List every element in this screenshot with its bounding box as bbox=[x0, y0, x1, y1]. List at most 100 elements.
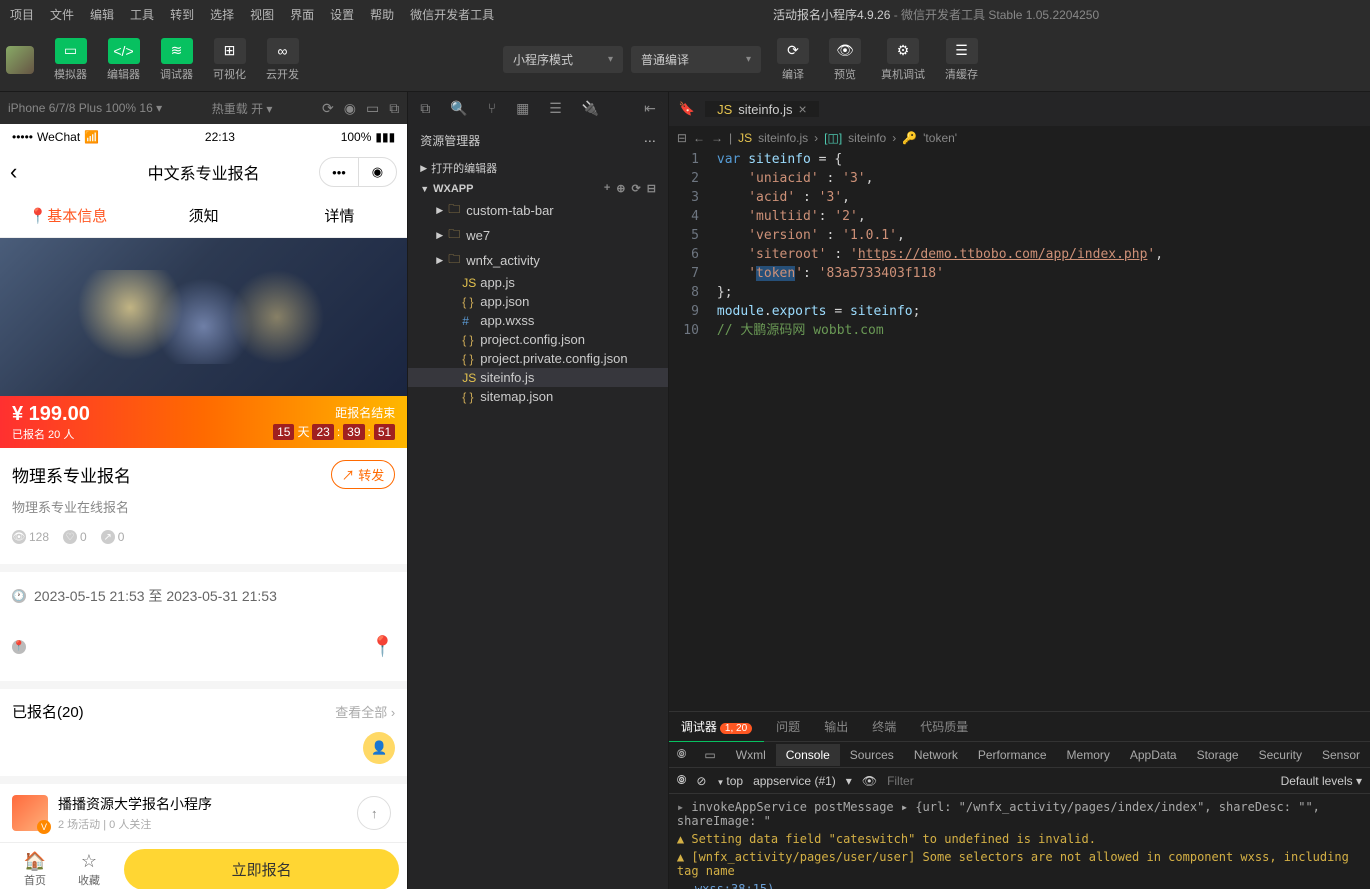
project-avatar[interactable] bbox=[6, 46, 34, 74]
devtools-tab-security[interactable]: Security bbox=[1249, 744, 1312, 766]
top-context[interactable]: top bbox=[716, 774, 743, 788]
compile-dropdown[interactable]: 普通编译 bbox=[631, 46, 761, 73]
simulator-button[interactable]: ▭模拟器 bbox=[46, 34, 95, 86]
compile-button[interactable]: ⟳编译 bbox=[769, 34, 817, 86]
eye-icon[interactable]: 👁 bbox=[862, 774, 877, 788]
more-icon[interactable]: ⋯ bbox=[644, 134, 656, 148]
cloud-button[interactable]: ∞云开发 bbox=[258, 34, 307, 86]
signup-button[interactable]: 立即报名 bbox=[124, 849, 399, 889]
terminal-tab[interactable]: 终端 bbox=[860, 712, 908, 741]
menu-视图[interactable]: 视图 bbox=[242, 2, 282, 27]
boxes-icon[interactable]: ▦ bbox=[516, 100, 529, 117]
devtools-tab-sensor[interactable]: Sensor bbox=[1312, 744, 1370, 766]
tree-item-sitemap.json[interactable]: { }sitemap.json bbox=[408, 387, 668, 406]
menu-界面[interactable]: 界面 bbox=[282, 2, 322, 27]
debugger-button[interactable]: ≋调试器 bbox=[152, 34, 201, 86]
refresh-icon[interactable]: ⟳ bbox=[631, 182, 640, 195]
devtools-tab-memory[interactable]: Memory bbox=[1057, 744, 1120, 766]
code-editor[interactable]: 12345678910 var siteinfo = { 'uniacid' :… bbox=[669, 150, 1370, 711]
close-icon[interactable]: × bbox=[798, 101, 806, 117]
nav-fwd-icon[interactable]: → bbox=[711, 131, 723, 145]
tree-item-wnfx_activity[interactable]: ▶🗀wnfx_activity bbox=[408, 248, 668, 273]
menu-设置[interactable]: 设置 bbox=[322, 2, 362, 27]
menu-选择[interactable]: 选择 bbox=[202, 2, 242, 27]
clear-icon[interactable]: ⊘ bbox=[696, 774, 706, 788]
menu-工具[interactable]: 工具 bbox=[122, 2, 162, 27]
location-card[interactable]: 📍 📍 bbox=[0, 620, 407, 673]
home-tab[interactable]: 🏠首页 bbox=[8, 851, 62, 888]
collapse-icon[interactable]: ⊟ bbox=[647, 182, 656, 195]
hot-reload-toggle[interactable]: 热重载 开 ▾ bbox=[212, 100, 273, 117]
files-icon[interactable]: ⧉ bbox=[420, 100, 430, 117]
levels-dropdown[interactable]: Default levels ▾ bbox=[1281, 774, 1362, 788]
organizer-card[interactable]: 播播资源大学报名小程序 2 场活动 | 0 人关注 ↑ bbox=[0, 776, 407, 842]
status-bar: •••••WeChat📶 22:13 100%▮▮▮ bbox=[0, 124, 407, 150]
inspect-icon[interactable]: 🞋 bbox=[669, 743, 695, 766]
devtools-tab-appdata[interactable]: AppData bbox=[1120, 744, 1187, 766]
preview-button[interactable]: 👁预览 bbox=[821, 34, 869, 86]
device-selector[interactable]: iPhone 6/7/8 Plus 100% 16 ▾ bbox=[8, 101, 162, 115]
bookmark-icon[interactable]: 🔖 bbox=[669, 101, 705, 117]
devtools-tab-storage[interactable]: Storage bbox=[1187, 744, 1249, 766]
tree-item-we7[interactable]: ▶🗀we7 bbox=[408, 223, 668, 248]
menu-微信开发者工具[interactable]: 微信开发者工具 bbox=[402, 2, 502, 27]
mode-dropdown[interactable]: 小程序模式 bbox=[503, 46, 623, 73]
tree-item-project.config.json[interactable]: { }project.config.json bbox=[408, 330, 668, 349]
tree-item-project.private.config.json[interactable]: { }project.private.config.json bbox=[408, 349, 668, 368]
menu-编辑[interactable]: 编辑 bbox=[82, 2, 122, 27]
back-icon[interactable]: ‹ bbox=[10, 159, 17, 185]
capsule[interactable]: •••◉ bbox=[319, 157, 397, 187]
devtools-tab-sources[interactable]: Sources bbox=[840, 744, 904, 766]
tree-item-app.json[interactable]: { }app.json bbox=[408, 292, 668, 311]
editor-button[interactable]: </>编辑器 bbox=[99, 34, 148, 86]
tab-basic[interactable]: 📍基本信息 bbox=[0, 194, 136, 237]
time-card: 🕐 2023-05-15 21:53 至 2023-05-31 21:53 bbox=[0, 564, 407, 620]
problems-tab[interactable]: 问题 bbox=[764, 712, 812, 741]
fav-tab[interactable]: ☆收藏 bbox=[62, 851, 116, 888]
menu-文件[interactable]: 文件 bbox=[42, 2, 82, 27]
devtools-tab-console[interactable]: Console bbox=[776, 744, 840, 766]
quality-tab[interactable]: 代码质量 bbox=[908, 712, 980, 741]
devtools-tab-network[interactable]: Network bbox=[904, 744, 968, 766]
appservice-context[interactable]: appservice (#1) bbox=[753, 774, 836, 788]
new-folder-icon[interactable]: ⊕ bbox=[616, 182, 625, 195]
tree-item-app.js[interactable]: JSapp.js bbox=[408, 273, 668, 292]
remote-debug-button[interactable]: ⚙真机调试 bbox=[873, 34, 933, 86]
search-icon[interactable]: 🔍 bbox=[450, 100, 467, 117]
devtools-tab-performance[interactable]: Performance bbox=[968, 744, 1057, 766]
view-all-link[interactable]: 查看全部 › bbox=[335, 702, 395, 721]
git-icon[interactable]: ⑂ bbox=[488, 100, 496, 116]
tab-detail[interactable]: 详情 bbox=[271, 194, 407, 237]
breadcrumb-file[interactable]: siteinfo.js bbox=[758, 131, 808, 145]
menu-项目[interactable]: 项目 bbox=[2, 2, 42, 27]
console-output[interactable]: invokeAppService postMessage ▸ {url: "/w… bbox=[669, 794, 1370, 889]
share-stat-icon: ↗ bbox=[101, 530, 115, 544]
breadcrumb-key[interactable]: 'token' bbox=[923, 131, 957, 145]
menu-转到[interactable]: 转到 bbox=[162, 2, 202, 27]
breadcrumb-obj[interactable]: siteinfo bbox=[848, 131, 886, 145]
devtools-tab-wxml[interactable]: Wxml bbox=[726, 744, 776, 766]
editor-tab-siteinfo[interactable]: JSsiteinfo.js× bbox=[705, 101, 820, 117]
open-editors-section[interactable]: ▶打开的编辑器 bbox=[408, 157, 668, 179]
tree-item-app.wxss[interactable]: #app.wxss bbox=[408, 311, 668, 330]
menu-帮助[interactable]: 帮助 bbox=[362, 2, 402, 27]
tree-item-custom-tab-bar[interactable]: ▶🗀custom-tab-bar bbox=[408, 198, 668, 223]
nav-back-icon[interactable]: ← bbox=[693, 131, 705, 145]
tree-item-siteinfo.js[interactable]: JSsiteinfo.js bbox=[408, 368, 668, 387]
new-file-icon[interactable]: + bbox=[604, 182, 610, 195]
visualize-button[interactable]: ⊞可视化 bbox=[205, 34, 254, 86]
debugger-tab[interactable]: 调试器1, 20 bbox=[669, 712, 764, 742]
toggle-panel-icon[interactable]: ⇤ bbox=[644, 100, 656, 117]
tab-notice[interactable]: 须知 bbox=[136, 194, 272, 237]
root-folder[interactable]: ▼WXAPP +⊕⟳⊟ bbox=[408, 179, 668, 198]
filter-input[interactable] bbox=[887, 774, 1271, 788]
go-back-icon[interactable]: ⊟ bbox=[677, 131, 687, 145]
clear-cache-button[interactable]: ☰清缓存 bbox=[937, 34, 986, 86]
editor-tabbar: 🔖 JSsiteinfo.js× bbox=[669, 92, 1370, 126]
share-button[interactable]: ↗ 转发 bbox=[331, 460, 396, 489]
list-icon[interactable]: ☰ bbox=[549, 100, 562, 117]
scroll-top-button[interactable]: ↑ bbox=[357, 796, 391, 830]
plug-icon[interactable]: 🔌 bbox=[582, 100, 599, 117]
inspect-icon[interactable]: 🞋 bbox=[677, 773, 687, 788]
output-tab[interactable]: 输出 bbox=[812, 712, 860, 741]
